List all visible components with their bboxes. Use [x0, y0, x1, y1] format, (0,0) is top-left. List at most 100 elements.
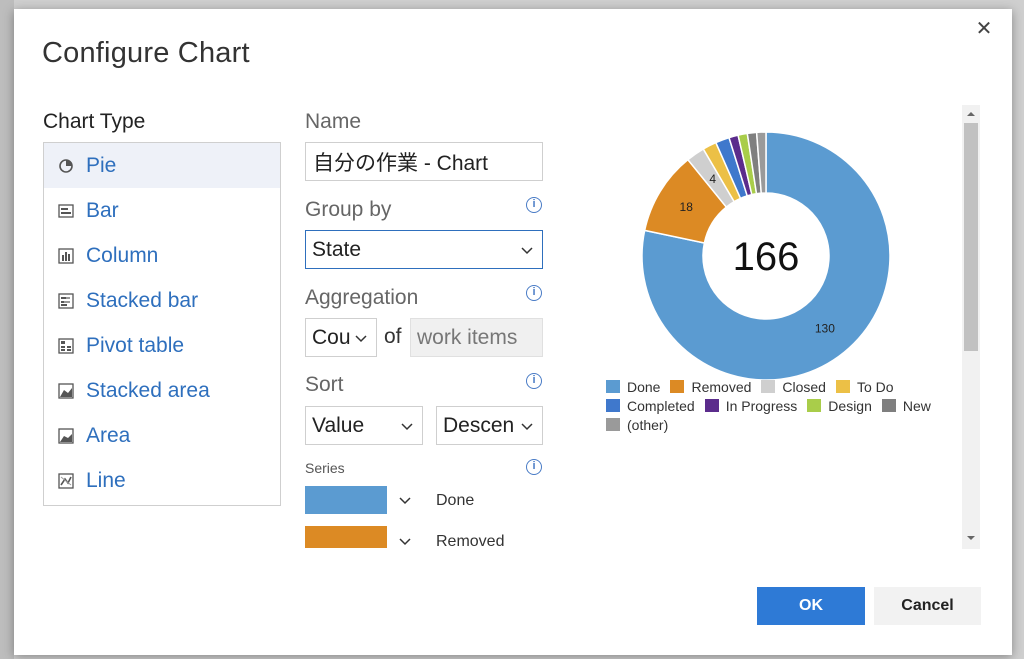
aggregation-label: Aggregation [305, 286, 419, 309]
legend-swatch [807, 399, 822, 412]
legend-swatch [704, 399, 719, 412]
chevron-down-icon [387, 526, 423, 548]
dialog-title: Configure Chart [42, 37, 250, 69]
group-by-select[interactable]: State [305, 230, 543, 269]
sort-direction-select[interactable]: Descen [436, 406, 543, 445]
stacked-area-icon [58, 382, 74, 399]
group-by-label: Group by [305, 198, 392, 221]
series-color-swatch [305, 486, 387, 514]
legend-label: Removed [691, 378, 752, 395]
cancel-button[interactable]: Cancel [874, 587, 981, 625]
chart-type-label-stacked-bar: Stacked bar [86, 288, 199, 312]
configure-chart-dialog: Configure Chart ✕ Chart Type Pie Bar Col… [14, 9, 1012, 655]
pivot-table-icon [58, 337, 74, 354]
scroll-down-icon[interactable] [966, 533, 976, 543]
legend-label: Closed [782, 378, 826, 395]
legend-row: Done Removed Closed To Do [606, 377, 946, 396]
legend-label: Completed [627, 397, 695, 414]
legend-item-completed: Completed [606, 398, 695, 414]
group-by-info-icon[interactable]: i [526, 197, 542, 213]
pie-data-label: 130 [815, 322, 835, 336]
chart-type-stacked-bar[interactable]: Stacked bar [44, 278, 280, 323]
chevron-down-icon [387, 486, 423, 514]
sort-label: Sort [305, 373, 344, 396]
chart-type-pie[interactable]: Pie [44, 143, 280, 188]
legend-label: (other) [627, 416, 669, 433]
chart-type-label-line: Line [86, 468, 126, 492]
legend-swatch [835, 380, 850, 393]
pie-total-label: 166 [733, 235, 800, 279]
chart-type-label-bar: Bar [86, 198, 119, 222]
legend-item-closed: Closed [761, 379, 826, 395]
chart-type-line[interactable]: Line [44, 458, 280, 503]
chart-type-column[interactable]: Column [44, 233, 280, 278]
chevron-down-icon [521, 246, 533, 254]
legend-row: (other) [606, 415, 946, 434]
legend-item-to-do: To Do [835, 378, 894, 395]
chart-type-pivot-table[interactable]: Pivot table [44, 323, 280, 368]
legend-swatch [761, 380, 776, 393]
scroll-up-icon[interactable] [966, 109, 976, 119]
legend-label: Done [627, 378, 661, 395]
line-icon [58, 472, 74, 489]
series-color-swatch [305, 526, 387, 548]
legend-item-in-progress: In Progress [704, 397, 798, 414]
series-info-icon[interactable]: i [526, 459, 542, 475]
legend-label: Design [828, 397, 872, 414]
series-label: Series [305, 460, 345, 476]
legend-swatch [606, 380, 620, 393]
legend-item-done: Done [606, 379, 660, 395]
series-name-done: Done [436, 492, 475, 509]
legend-swatch [670, 380, 685, 393]
chevron-down-icon [355, 334, 367, 342]
chart-type-stacked-area[interactable]: Stacked area [44, 368, 280, 413]
chart-type-label-stacked-area: Stacked area [86, 378, 210, 402]
aggregation-select[interactable]: Cou [305, 318, 377, 357]
stacked-bar-icon [58, 292, 74, 309]
chart-type-label-pie: Pie [86, 153, 117, 177]
pie-chart: 130 18 4 166 [641, 131, 891, 381]
sort-field-select[interactable]: Value [305, 406, 423, 445]
legend-item-other: (other) [606, 417, 668, 433]
aggregation-value: Cou [312, 325, 351, 349]
chart-type-list: Pie Bar Column Stacked bar Pivot table S… [43, 142, 281, 506]
chevron-down-icon [401, 422, 413, 430]
pie-data-label: 18 [680, 200, 694, 214]
group-by-value: State [312, 237, 362, 261]
chart-legend: Done Removed Closed To Do Completed In P… [606, 377, 946, 434]
series-color-picker-done[interactable] [305, 485, 423, 515]
bar-icon [58, 203, 74, 219]
legend-label: To Do [856, 378, 894, 395]
aggregation-of-label: of [384, 325, 402, 348]
scroll-thumb[interactable] [964, 123, 978, 351]
legend-item-design: Design [807, 398, 872, 414]
legend-row: Completed In Progress Design New [606, 396, 946, 415]
series-color-picker-removed[interactable] [305, 526, 423, 548]
chevron-down-icon [521, 422, 533, 430]
aggregation-info-icon[interactable]: i [526, 285, 542, 301]
chart-type-bar[interactable]: Bar [44, 188, 280, 233]
backdrop-scroll-strip [0, 0, 14, 659]
legend-swatch [606, 418, 620, 431]
chart-name-input[interactable]: 自分の作業 - Chart [305, 142, 543, 181]
series-name-removed: Removed [436, 533, 505, 549]
chart-type-label-column: Column [86, 243, 159, 267]
legend-swatch [606, 399, 620, 412]
chart-scrollbar[interactable] [962, 105, 980, 549]
sort-info-icon[interactable]: i [526, 373, 542, 389]
chart-type-label-area: Area [86, 423, 131, 447]
legend-swatch [881, 399, 896, 412]
name-label: Name [305, 110, 362, 133]
ok-button[interactable]: OK [757, 587, 865, 625]
sort-direction-value: Descen [443, 413, 515, 437]
chart-type-label: Chart Type [43, 110, 146, 133]
pie-icon [58, 158, 74, 174]
legend-item-new: New [881, 397, 931, 414]
column-icon [58, 247, 74, 264]
chart-type-label-pivot-table: Pivot table [86, 333, 185, 357]
legend-label: New [902, 397, 931, 414]
close-icon[interactable]: ✕ [972, 17, 996, 41]
legend-label: In Progress [725, 397, 798, 414]
pie-data-label: 4 [709, 172, 716, 186]
chart-type-area[interactable]: Area [44, 413, 280, 458]
